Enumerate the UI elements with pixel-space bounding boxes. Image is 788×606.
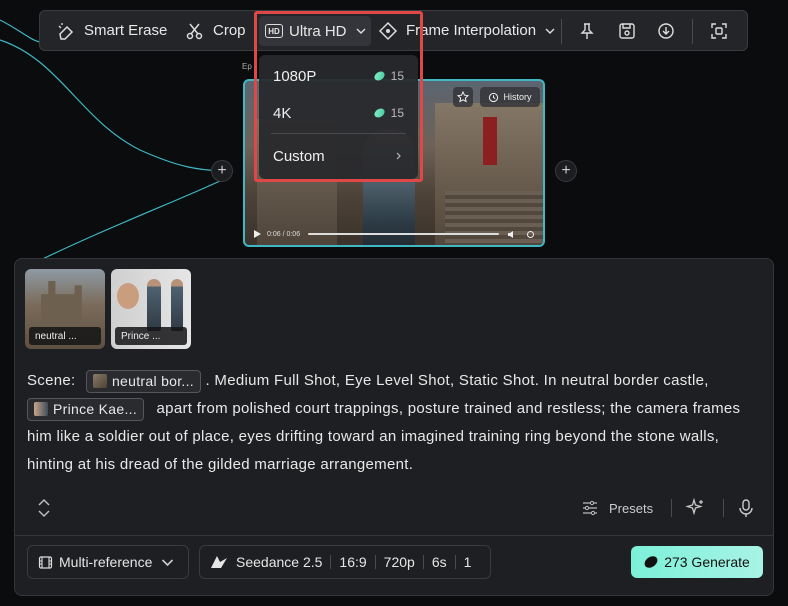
chevron-right-icon [396,152,401,160]
chevron-down-icon [545,28,555,34]
smart-erase-button[interactable]: Smart Erase [56,10,167,51]
output-count: 1 [454,555,480,569]
chevron-down-icon [162,558,174,566]
ultra-hd-dropdown-button[interactable]: HD Ultra HD [259,16,371,46]
scissors-icon [186,23,203,39]
ultra-hd-label: Ultra HD [289,22,347,40]
volume-icon[interactable] [507,230,516,239]
multi-reference-dropdown[interactable]: Multi-reference [27,545,189,579]
favorite-button[interactable] [453,87,473,107]
microphone-icon[interactable] [735,497,757,519]
generate-button[interactable]: 273 Generate [631,546,763,578]
add-node-left-button[interactable]: + [211,160,233,182]
sparkle-enhance-icon[interactable] [685,497,707,519]
add-node-right-button[interactable]: + [555,160,577,182]
save-asset-button[interactable] [615,19,639,43]
multi-reference-label: Multi-reference [59,554,153,570]
duration: 6s [422,555,455,569]
settings-icon[interactable] [526,230,535,239]
chevron-down-icon [356,28,366,34]
credit-bean-icon [372,69,386,83]
scene-label: Scene: [27,372,76,389]
menu-item-label: 4K [273,104,292,122]
menu-item-label: 1080P [273,67,317,85]
divider [671,499,672,517]
generate-label: 273 Generate [664,554,750,570]
model-settings-button[interactable]: Seedance 2.5 16:9 720p 6s 1 [199,545,491,579]
prompt-panel: neutral ... Prince ... Scene: neutral bo… [14,258,774,596]
reference-label: neutral ... [29,327,101,345]
prompt-text-part1: . Medium Full Shot, Eye Level Shot, Stat… [205,372,709,389]
thumbnail-figure-shape [171,279,183,331]
crop-button[interactable]: Crop [185,10,246,51]
pin-icon [580,23,594,39]
video-time: 0:06 / 0:06 [267,230,301,238]
video-controls: 0:06 / 0:06 [245,223,543,245]
reference-thumbnail-castle[interactable]: neutral ... [25,269,105,349]
film-icon [38,555,53,569]
thumbnail-castle-shape [41,281,82,325]
save-icon [619,23,635,39]
node-title: Ep [242,62,252,71]
history-label: History [503,92,532,102]
menu-item-label: Custom [273,147,325,165]
menu-item-custom[interactable]: Custom [259,139,418,173]
download-button[interactable] [654,19,678,43]
thumbnail-figure-shape [147,279,161,331]
eraser-icon [58,22,74,40]
interpolation-diamond-icon [378,21,398,40]
pin-button[interactable] [575,19,599,43]
toolbar-divider [692,19,693,44]
seedance-logo-icon [211,556,227,568]
menu-item-1080p[interactable]: 1080P 15 [259,59,418,93]
fullscreen-button[interactable] [707,19,731,43]
presets-label: Presets [609,500,654,516]
smart-erase-label: Smart Erase [84,22,168,39]
resolution: 720p [374,555,423,569]
video-progress-bar[interactable] [308,233,499,235]
frame-interpolation-label: Frame Interpolation [406,22,537,39]
reference-chip-prince[interactable]: Prince Kae... [27,397,145,421]
credit-bean-icon [642,553,660,571]
credit-cost: 15 [372,106,404,120]
hd-icon: HD [265,24,283,38]
crop-label: Crop [213,22,246,39]
video-frame-banner [483,117,497,165]
star-icon [457,91,469,103]
play-icon[interactable] [253,230,261,238]
presets-button[interactable]: Presets [581,497,653,519]
credit-cost: 15 [372,69,404,83]
reference-label: Prince ... [115,327,187,345]
menu-divider [271,133,406,134]
fullscreen-icon [711,23,727,39]
download-icon [658,23,674,39]
expand-collapse-icon[interactable] [35,497,53,519]
thumbnail-face-shape [117,283,139,309]
menu-item-4k[interactable]: 4K 15 [259,96,418,130]
ultra-hd-dropdown-menu: 1080P 15 4K 15 Custom [259,55,418,179]
frame-interpolation-button[interactable]: Frame Interpolation [378,10,556,51]
prompt-editor[interactable]: Scene: neutral bor... . Medium Full Shot… [27,367,763,479]
chip-thumbnail [92,374,107,389]
divider [723,499,724,517]
model-name: Seedance 2.5 [236,554,323,570]
reference-chip-castle[interactable]: neutral bor... [85,369,201,393]
toolbar-divider [561,19,562,44]
top-toolbar: Smart Erase Crop HD Ultra HD Frame Inter… [39,10,748,51]
chip-thumbnail [34,402,48,417]
sliders-icon [583,500,597,516]
history-button[interactable]: History [480,87,540,107]
reference-thumbnail-prince[interactable]: Prince ... [111,269,191,349]
credit-bean-icon [372,106,386,120]
history-icon [489,92,499,102]
panel-divider [15,535,773,536]
aspect-ratio: 16:9 [330,555,374,569]
